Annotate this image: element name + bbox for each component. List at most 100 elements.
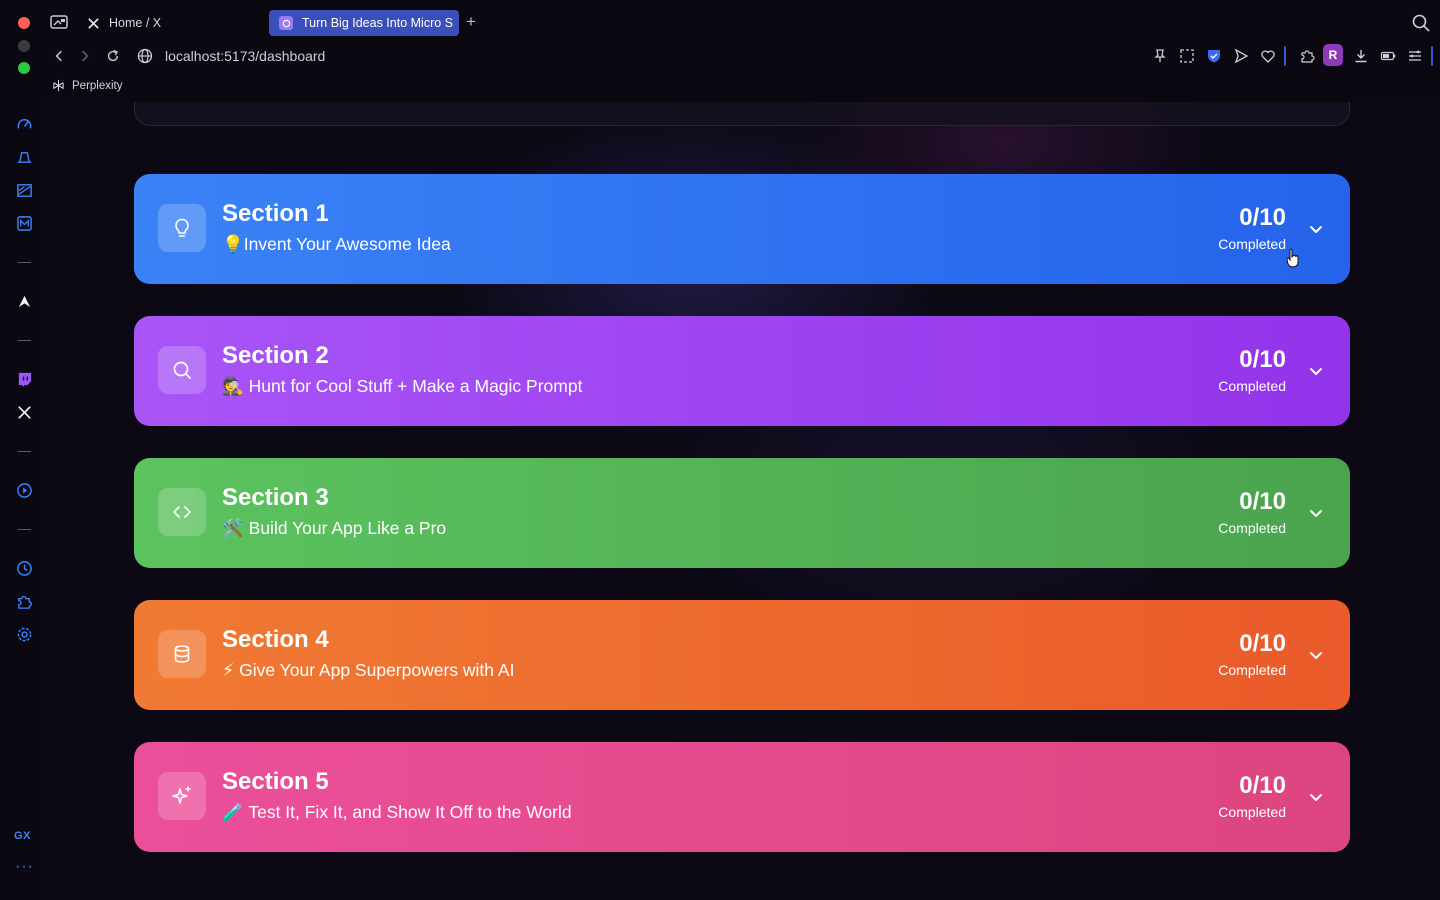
password-manager-extension[interactable]	[1204, 46, 1224, 66]
back-arrow-icon	[55, 50, 62, 62]
toolbar-separator	[1431, 46, 1433, 66]
twitch-icon[interactable]	[15, 370, 33, 388]
send-icon	[1234, 48, 1249, 64]
browser-window: Home / X Turn Big Ideas Into Micro S + l…	[0, 0, 1440, 900]
download-icon	[1355, 50, 1367, 63]
x-icon[interactable]	[15, 403, 33, 421]
section-subtitle: 💡Invent Your Awesome Idea	[222, 234, 451, 254]
shield-icon	[1208, 50, 1220, 63]
section-card-4[interactable]: Section 4 ⚡ Give Your App Superpowers wi…	[134, 600, 1350, 710]
snapshot-button[interactable]	[1177, 46, 1197, 66]
previous-card	[134, 102, 1350, 126]
toolbar-separator	[1284, 46, 1286, 66]
profile-avatar: R	[1323, 44, 1343, 66]
menu-lines-icon	[1409, 50, 1421, 61]
sidebar-more-button[interactable]: ···	[15, 858, 34, 876]
chevron-down-icon[interactable]	[1306, 219, 1326, 239]
url-text: localhost:5173/dashboard	[165, 48, 326, 64]
globe-icon	[137, 48, 153, 64]
section-subtitle: 🛠️ Build Your App Like a Pro	[222, 518, 447, 538]
battery-saver-button[interactable]	[1378, 46, 1398, 66]
dashboard-content: Section 1 💡Invent Your Awesome Idea 0/10…	[44, 102, 1440, 900]
section-progress-status: Completed	[1218, 804, 1286, 820]
puzzle-icon	[1301, 50, 1315, 63]
tab-label: Turn Big Ideas Into Micro S	[302, 16, 453, 30]
search-icon	[158, 346, 206, 394]
vpn-icon[interactable]	[15, 148, 33, 166]
gx-corner-button[interactable]: GX	[14, 830, 31, 842]
settings-icon[interactable]	[15, 625, 33, 643]
tab-label: Home / X	[109, 16, 162, 30]
section-card-2[interactable]: Section 2 🕵️ Hunt for Cool Stuff + Make …	[134, 316, 1350, 426]
section-progress-status: Completed	[1218, 236, 1286, 252]
sidebar-separator	[18, 529, 31, 530]
code-icon	[158, 488, 206, 536]
player-icon[interactable]	[15, 481, 33, 499]
tab-bar: Home / X Turn Big Ideas Into Micro S +	[0, 0, 1440, 42]
x-logo-icon	[86, 16, 100, 30]
section-title: Section 5	[222, 768, 329, 795]
database-icon	[158, 630, 206, 678]
sparkles-icon	[158, 772, 206, 820]
gallery-icon[interactable]	[15, 181, 33, 199]
m-app-icon[interactable]	[15, 214, 33, 232]
section-progress-status: Completed	[1218, 662, 1286, 678]
send-button[interactable]	[1231, 46, 1251, 66]
section-card-5[interactable]: Section 5 🧪 Test It, Fix It, and Show It…	[134, 742, 1350, 852]
bookmark-label: Perplexity	[72, 79, 123, 92]
aria-icon[interactable]	[15, 292, 33, 310]
lightbulb-icon	[158, 204, 206, 252]
tab-home-x[interactable]: Home / X	[78, 10, 264, 36]
section-progress-count: 0/10	[1239, 630, 1286, 657]
section-progress-count: 0/10	[1239, 346, 1286, 373]
chevron-down-icon[interactable]	[1306, 787, 1326, 807]
pin-button[interactable]	[1150, 46, 1170, 66]
perplexity-icon	[53, 79, 64, 92]
address-bar: localhost:5173/dashboard R	[0, 42, 1440, 72]
section-card-1[interactable]: Section 1 💡Invent Your Awesome Idea 0/10…	[134, 174, 1350, 284]
battery-icon	[1380, 51, 1396, 61]
reload-button[interactable]	[103, 46, 123, 66]
sidebar-separator	[18, 340, 31, 341]
new-tab-button[interactable]: +	[462, 13, 480, 31]
back-button[interactable]	[49, 46, 69, 66]
sidebar-separator	[18, 451, 31, 452]
favorites-button[interactable]	[1258, 46, 1278, 66]
chevron-down-icon[interactable]	[1306, 645, 1326, 665]
extensions-icon[interactable]	[15, 592, 33, 610]
picture-in-picture-icon[interactable]	[50, 15, 68, 29]
history-icon[interactable]	[15, 559, 33, 577]
extensions-button[interactable]	[1297, 46, 1317, 66]
screenshot-icon	[1180, 49, 1194, 63]
section-title: Section 1	[222, 200, 329, 227]
easy-setup-button[interactable]	[1405, 46, 1425, 66]
section-card-3[interactable]: Section 3 🛠️ Build Your App Like a Pro 0…	[134, 458, 1350, 568]
section-title: Section 4	[222, 626, 329, 653]
tab-active-dashboard[interactable]: Turn Big Ideas Into Micro S	[269, 10, 459, 36]
chevron-down-icon[interactable]	[1306, 361, 1326, 381]
section-subtitle: 🕵️ Hunt for Cool Stuff + Make a Magic Pr…	[222, 376, 583, 396]
chevron-down-icon[interactable]	[1306, 503, 1326, 523]
forward-button[interactable]	[75, 46, 95, 66]
url-field[interactable]: localhost:5173/dashboard	[137, 46, 325, 66]
downloads-button[interactable]	[1351, 46, 1371, 66]
pin-icon	[1154, 49, 1166, 62]
section-subtitle: 🧪 Test It, Fix It, and Show It Off to th…	[222, 802, 572, 822]
speed-dial-icon[interactable]	[15, 115, 33, 133]
section-progress-count: 0/10	[1239, 772, 1286, 799]
section-progress-count: 0/10	[1239, 204, 1286, 231]
section-subtitle: ⚡ Give Your App Superpowers with AI	[222, 660, 515, 680]
reload-icon	[107, 49, 119, 62]
heart-icon	[1261, 50, 1275, 63]
bookmarks-bar: Perplexity	[0, 76, 1440, 100]
search-tabs-icon[interactable]	[1411, 13, 1431, 33]
profile-button[interactable]: R	[1323, 44, 1343, 66]
sidebar-separator	[18, 262, 31, 263]
browser-sidebar: GX ···	[0, 100, 48, 900]
forward-arrow-icon	[82, 50, 89, 62]
section-title: Section 3	[222, 484, 329, 511]
section-progress-status: Completed	[1218, 378, 1286, 394]
section-title: Section 2	[222, 342, 329, 369]
bookmark-perplexity[interactable]: Perplexity	[52, 79, 123, 92]
section-progress-status: Completed	[1218, 520, 1286, 536]
